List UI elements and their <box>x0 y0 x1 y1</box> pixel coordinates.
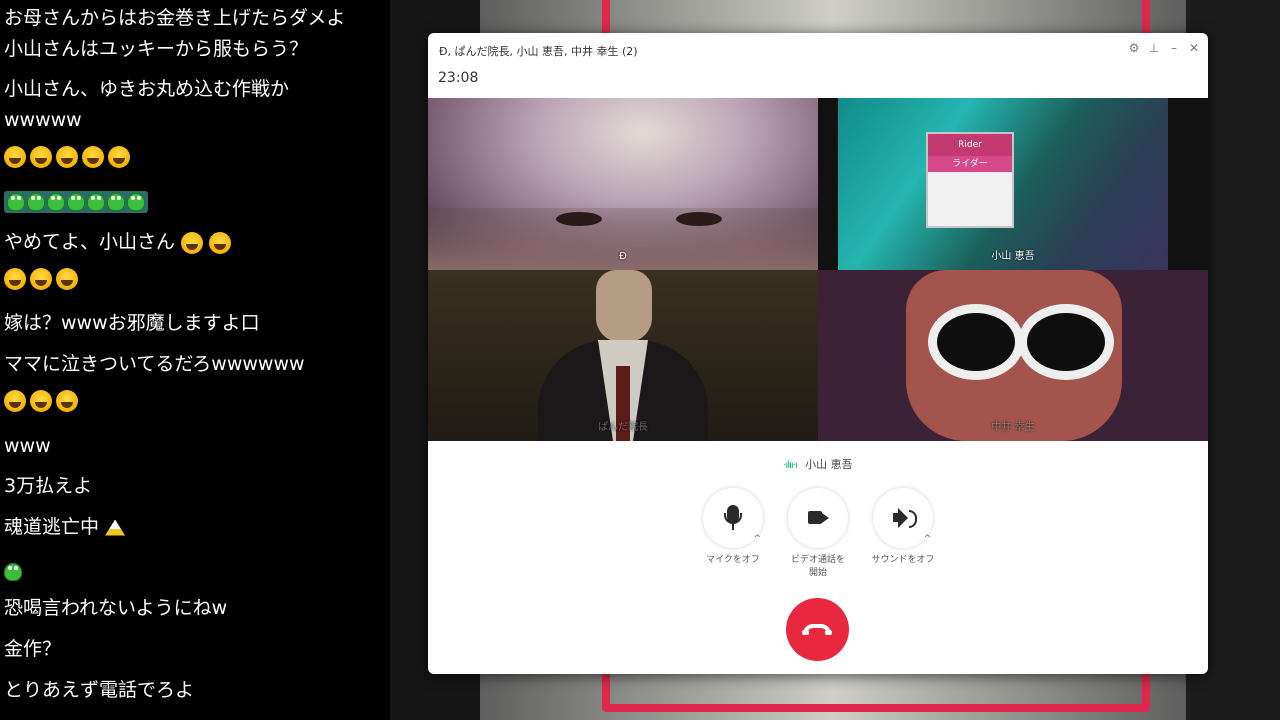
comment-item: 小山さん、ゆきお丸め込む作戦か <box>4 78 290 100</box>
comment-item: www <box>4 435 51 457</box>
rofl-emoji-icon <box>108 146 130 168</box>
video-tile[interactable]: ぱんだ院長 <box>428 270 818 441</box>
title-bar[interactable]: Ð, ぱんだ院長, 小山 恵吾, 中井 幸生 (2) ⚙ ⊥ – ✕ <box>428 33 1208 65</box>
mute-mic-button[interactable]: ^ <box>703 488 763 548</box>
rofl-emoji-icon <box>56 268 78 290</box>
comment-text: 魂道逃亡中 <box>4 516 100 538</box>
participant-name: Ð <box>619 251 627 262</box>
comment-feed: お母さんからはお金巻き上げたらダメよ 小山さんはユッキーから服もらう？ 小山さん… <box>0 0 390 720</box>
participant-name: 小山 恵吾 <box>991 251 1035 262</box>
comment-item: 恐喝言われないようにねw <box>4 597 228 619</box>
comment-item: とりあえず電話でろよ <box>4 679 195 701</box>
video-tile[interactable]: Ð <box>428 98 818 270</box>
rofl-emoji-icon <box>4 390 26 412</box>
window-controls: ⚙ ⊥ – ✕ <box>1128 41 1200 55</box>
frog-stamp-icon <box>4 191 148 213</box>
mic-label: マイクをオフ <box>706 555 760 565</box>
close-icon[interactable]: ✕ <box>1188 41 1200 55</box>
participant-name: 中井 幸生 <box>991 422 1035 433</box>
comment-item: お母さんからはお金巻き上げたらダメよ <box>4 7 346 29</box>
id-card: Rider ライダー <box>926 132 1014 228</box>
active-speaker: ·ılıı·ı 小山 恵吾 <box>428 456 1208 472</box>
comment-emoji-row <box>4 146 384 168</box>
comment-item: 嫁は？wwwお邪魔しますよ口 <box>4 312 260 334</box>
minimize-icon[interactable]: – <box>1168 41 1180 55</box>
frog-icon <box>7 193 25 211</box>
frog-icon <box>4 562 22 581</box>
frog-icon <box>127 193 145 211</box>
comment-emoji-row <box>4 390 384 412</box>
rice-ball-emoji-icon <box>105 519 126 536</box>
comment-item: 金作？ <box>4 638 62 660</box>
comment-item: ママに泣きついてるだろwwwwww <box>4 353 305 375</box>
call-controls: ^ マイクをオフ ビデオ通話を 開始 ^ サウンドをオフ <box>428 488 1208 588</box>
rofl-emoji-icon <box>56 390 78 412</box>
comment-text: やめてよ、小山さん <box>4 231 176 253</box>
chevron-up-icon[interactable]: ^ <box>923 534 931 544</box>
audio-wave-icon: ·ılıı·ı <box>783 460 797 471</box>
comment-item: 魂道逃亡中 <box>4 512 384 543</box>
video-label: ビデオ通話を 開始 <box>790 555 845 578</box>
rofl-emoji-icon <box>82 146 104 168</box>
frog-icon <box>47 193 65 211</box>
hang-up-button[interactable] <box>786 598 849 661</box>
sound-label: サウンドをオフ <box>871 555 935 565</box>
rofl-emoji-icon <box>56 146 78 168</box>
participant-name: ぱんだ院長 <box>598 422 648 433</box>
active-speaker-name: 小山 恵吾 <box>805 458 853 471</box>
comment-item: やめてよ、小山さん <box>4 227 384 258</box>
rofl-emoji-icon <box>30 146 52 168</box>
comment-emoji-row <box>4 556 384 587</box>
comment-item: wwwww <box>4 109 82 131</box>
sound-control: ^ サウンドをオフ <box>863 488 943 567</box>
rofl-emoji-icon <box>4 268 26 290</box>
mic-control: ^ マイクをオフ <box>693 488 773 567</box>
call-title: Ð, ぱんだ院長, 小山 恵吾, 中井 幸生 (2) <box>439 45 638 58</box>
group-call-window: Ð, ぱんだ院長, 小山 恵吾, 中井 幸生 (2) ⚙ ⊥ – ✕ 23:08… <box>428 33 1208 674</box>
frog-icon <box>107 193 125 211</box>
rofl-emoji-icon <box>209 231 232 254</box>
frog-icon <box>87 193 105 211</box>
card-text: Rider <box>928 134 1012 156</box>
comment-item: 3万払えよ <box>4 475 93 497</box>
rofl-emoji-icon <box>30 268 52 290</box>
chevron-up-icon[interactable]: ^ <box>753 534 761 544</box>
comment-item: 小山さんはユッキーから服もらう？ <box>4 38 309 60</box>
mute-sound-button[interactable]: ^ <box>873 488 933 548</box>
frog-icon <box>27 193 45 211</box>
gear-icon[interactable]: ⚙ <box>1128 41 1140 55</box>
frog-icon <box>67 193 85 211</box>
rofl-emoji-icon <box>4 146 26 168</box>
pin-icon[interactable]: ⊥ <box>1148 41 1160 55</box>
comment-emoji-row <box>4 268 384 290</box>
rofl-emoji-icon <box>181 231 204 254</box>
rofl-emoji-icon <box>30 390 52 412</box>
start-video-button[interactable] <box>788 488 848 548</box>
video-tile[interactable]: 中井 幸生 <box>818 270 1208 441</box>
video-grid: Ð Rider ライダー 小山 恵吾 ぱんだ院長 中井 幸生 <box>428 98 1208 441</box>
comment-emoji-row <box>4 190 384 221</box>
call-timer: 23:08 <box>438 70 479 86</box>
video-tile[interactable]: Rider ライダー 小山 恵吾 <box>818 98 1208 270</box>
card-text: ライダー <box>928 156 1012 172</box>
video-control: ビデオ通話を 開始 <box>778 488 858 580</box>
